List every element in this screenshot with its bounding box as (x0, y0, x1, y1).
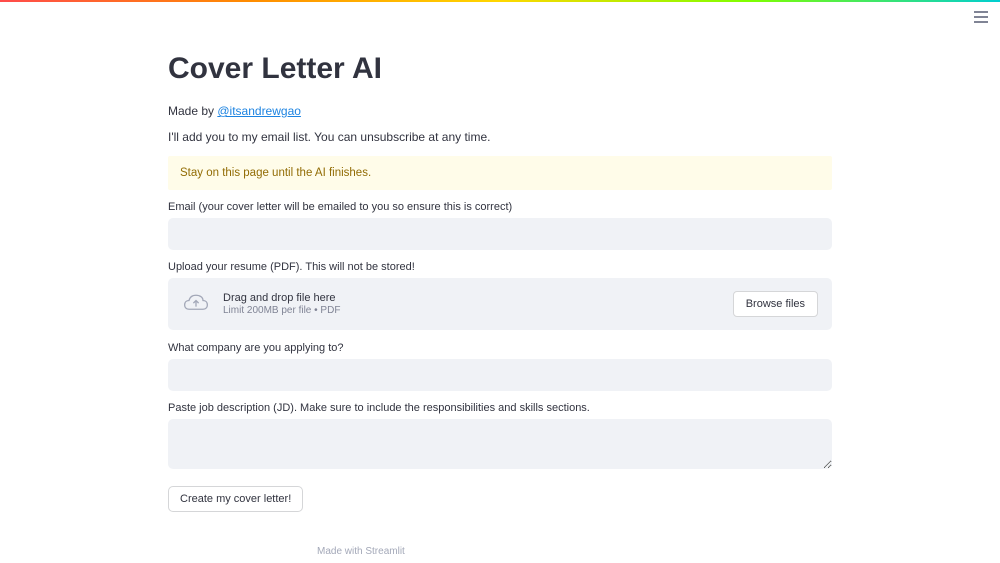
email-label: Email (your cover letter will be emailed… (168, 201, 832, 213)
upload-limit-text: Limit 200MB per file • PDF (223, 305, 733, 316)
upload-dropzone[interactable]: Drag and drop file here Limit 200MB per … (168, 278, 832, 330)
footer-prefix: Made with (317, 546, 365, 557)
jd-textarea[interactable] (168, 419, 832, 469)
footer: Made with Streamlit (317, 546, 405, 557)
subtext: I'll add you to my email list. You can u… (168, 130, 832, 144)
browse-files-button[interactable]: Browse files (733, 291, 818, 317)
company-input[interactable] (168, 359, 832, 391)
author-link[interactable]: @itsandrewgao (217, 104, 301, 118)
byline-prefix: Made by (168, 104, 217, 118)
hamburger-menu-icon[interactable] (972, 8, 990, 26)
upload-label: Upload your resume (PDF). This will not … (168, 261, 832, 273)
company-label: What company are you applying to? (168, 342, 832, 354)
upload-drag-text: Drag and drop file here (223, 292, 733, 304)
jd-label: Paste job description (JD). Make sure to… (168, 402, 832, 414)
cloud-upload-icon (182, 292, 210, 316)
byline: Made by @itsandrewgao (168, 104, 832, 118)
create-cover-letter-button[interactable]: Create my cover letter! (168, 486, 303, 512)
email-input[interactable] (168, 218, 832, 250)
main-container: Cover Letter AI Made by @itsandrewgao I'… (150, 2, 850, 512)
streamlit-link[interactable]: Streamlit (365, 546, 404, 557)
warning-box: Stay on this page until the AI finishes. (168, 156, 832, 190)
upload-text-group: Drag and drop file here Limit 200MB per … (223, 292, 733, 316)
page-title: Cover Letter AI (168, 52, 832, 86)
